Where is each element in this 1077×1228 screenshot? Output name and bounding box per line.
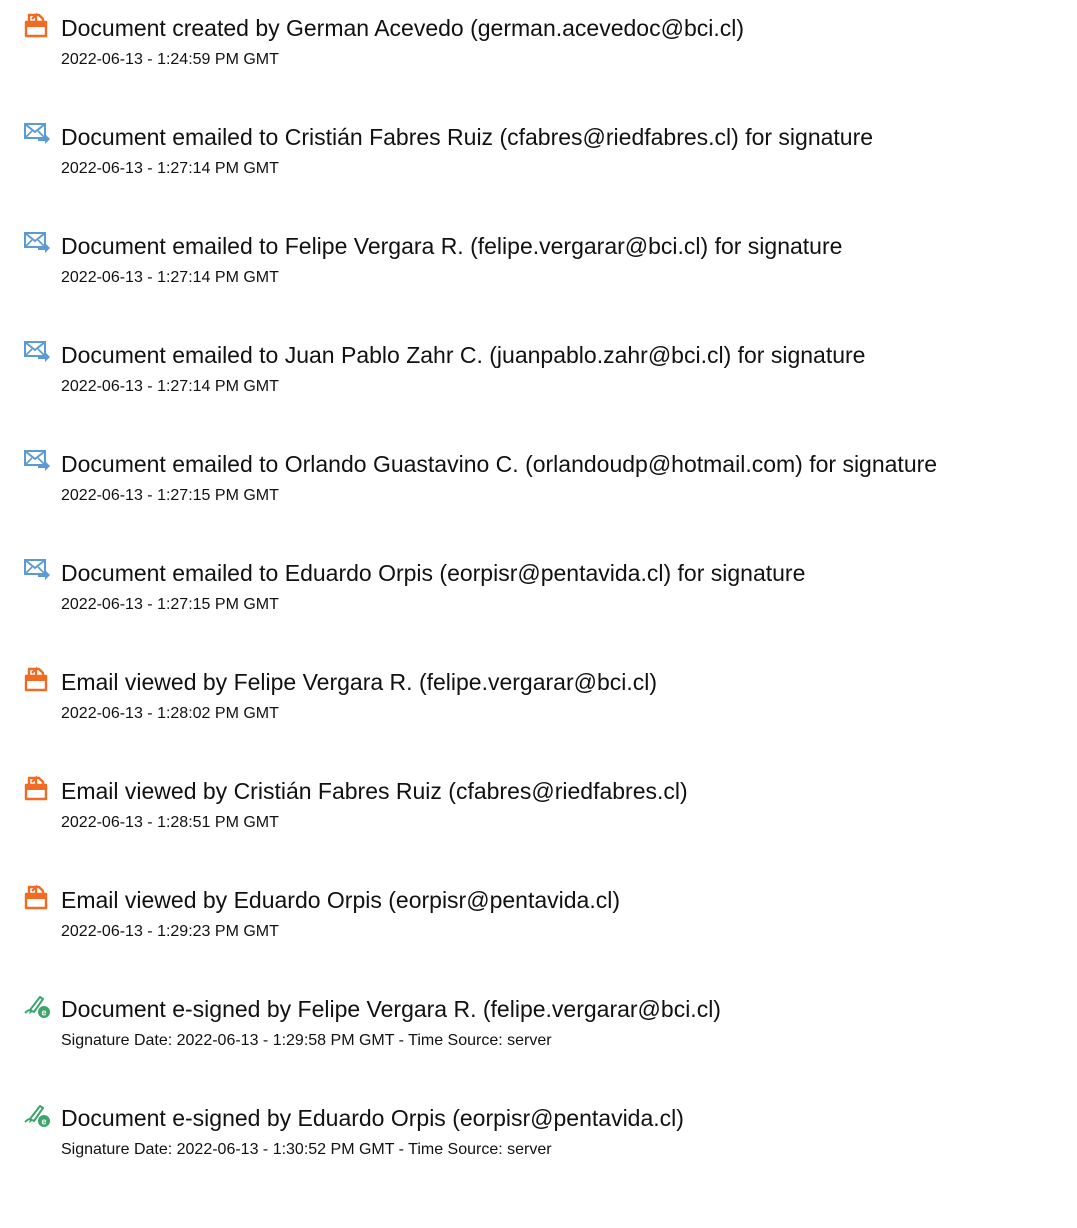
email-sent-icon bbox=[23, 557, 51, 583]
event-title: Document emailed to Cristián Fabres Ruiz… bbox=[61, 124, 874, 150]
event-row: Document emailed to Orlando Guastavino C… bbox=[0, 448, 1077, 528]
email-sent-icon bbox=[23, 448, 51, 474]
event-row: Email viewed by Eduardo Orpis (eorpisr@p… bbox=[0, 884, 1077, 964]
email-viewed-icon bbox=[23, 884, 51, 910]
event-title: Document emailed to Orlando Guastavino C… bbox=[61, 451, 938, 477]
document-created-icon bbox=[23, 12, 51, 38]
event-title: Document created by German Acevedo (germ… bbox=[61, 15, 745, 41]
event-row: e Document e-signed by Eduardo Orpis (eo… bbox=[0, 1102, 1077, 1182]
event-timestamp: 2022-06-13 - 1:29:23 PM GMT bbox=[61, 923, 279, 940]
event-row: Document emailed to Felipe Vergara R. (f… bbox=[0, 230, 1077, 310]
email-sent-icon bbox=[23, 230, 51, 256]
event-timestamp: Signature Date: 2022-06-13 - 1:29:58 PM … bbox=[61, 1032, 552, 1049]
email-viewed-icon bbox=[23, 666, 51, 692]
event-timestamp: 2022-06-13 - 1:27:15 PM GMT bbox=[61, 596, 279, 613]
event-title: Document emailed to Felipe Vergara R. (f… bbox=[61, 233, 843, 259]
event-timestamp: 2022-06-13 - 1:27:14 PM GMT bbox=[61, 160, 279, 177]
event-title: Document emailed to Juan Pablo Zahr C. (… bbox=[61, 342, 866, 368]
email-sent-icon bbox=[23, 121, 51, 147]
email-viewed-icon bbox=[23, 775, 51, 801]
svg-text:e: e bbox=[41, 1008, 46, 1018]
event-row: Document emailed to Cristián Fabres Ruiz… bbox=[0, 121, 1077, 201]
event-timestamp: 2022-06-13 - 1:27:15 PM GMT bbox=[61, 487, 279, 504]
event-title: Document e-signed by Felipe Vergara R. (… bbox=[61, 996, 721, 1022]
event-timestamp: 2022-06-13 - 1:28:02 PM GMT bbox=[61, 705, 279, 722]
event-row: Document emailed to Juan Pablo Zahr C. (… bbox=[0, 339, 1077, 419]
event-timestamp: 2022-06-13 - 1:27:14 PM GMT bbox=[61, 378, 279, 395]
event-timestamp: Signature Date: 2022-06-13 - 1:30:52 PM … bbox=[61, 1141, 552, 1158]
event-timestamp: 2022-06-13 - 1:24:59 PM GMT bbox=[61, 51, 279, 68]
svg-text:e: e bbox=[41, 1117, 46, 1127]
event-row: Email viewed by Cristián Fabres Ruiz (cf… bbox=[0, 775, 1077, 855]
event-row: e Document e-signed by Felipe Vergara R.… bbox=[0, 993, 1077, 1073]
event-row: Document created by German Acevedo (germ… bbox=[0, 12, 1077, 92]
event-timestamp: 2022-06-13 - 1:28:51 PM GMT bbox=[61, 814, 279, 831]
e-signed-icon: e bbox=[23, 1102, 51, 1128]
event-row: Document emailed to Eduardo Orpis (eorpi… bbox=[0, 557, 1077, 637]
event-timestamp: 2022-06-13 - 1:27:14 PM GMT bbox=[61, 269, 279, 286]
event-title: Document e-signed by Eduardo Orpis (eorp… bbox=[61, 1105, 684, 1131]
event-title: Email viewed by Cristián Fabres Ruiz (cf… bbox=[61, 778, 688, 804]
event-title: Email viewed by Eduardo Orpis (eorpisr@p… bbox=[61, 887, 620, 913]
event-row: Email viewed by Felipe Vergara R. (felip… bbox=[0, 666, 1077, 746]
e-signed-icon: e bbox=[23, 993, 51, 1019]
email-sent-icon bbox=[23, 339, 51, 365]
event-title: Document emailed to Eduardo Orpis (eorpi… bbox=[61, 560, 806, 586]
event-title: Email viewed by Felipe Vergara R. (felip… bbox=[61, 669, 658, 695]
